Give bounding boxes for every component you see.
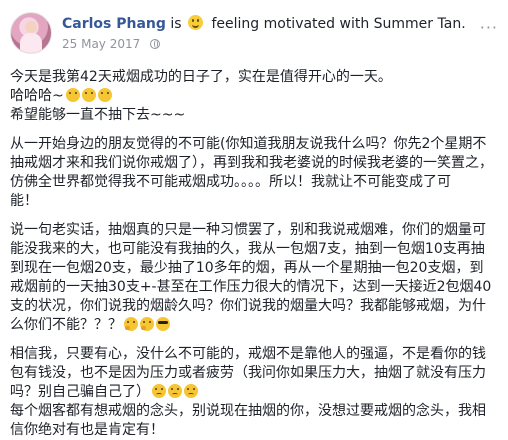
post-line: 从一开始身边的朋友觉得的不可能(你知道我朋友说我什么吗？你先2个星期不 bbox=[10, 136, 487, 152]
post-line: 能！ bbox=[10, 193, 38, 209]
post-line: 么你们不能？？？ bbox=[10, 316, 496, 335]
post-date-line: 25 May 2017 bbox=[62, 36, 478, 52]
post-line: 仿佛全世界都觉得我不可能戒烟成功。。。。所以！我就让不可能变成了可 bbox=[10, 174, 451, 190]
post-line: 吗？别自己骗自己了） bbox=[10, 383, 496, 402]
grin-emoji-icon bbox=[81, 88, 96, 102]
post-title-line: Carlos Phang is feeling motivated with S… bbox=[62, 14, 478, 34]
frown-emoji-icon bbox=[152, 384, 166, 398]
post-line: 哈哈哈~ bbox=[10, 87, 496, 106]
thinking-emoji-icon bbox=[124, 317, 138, 331]
post-line: 今天是我第42天戒烟成功的日子了，实在是值得开心的一天。 bbox=[10, 69, 392, 85]
avatar-head bbox=[25, 21, 37, 33]
post-date[interactable]: 25 May 2017 bbox=[62, 37, 140, 51]
post-line: 相信我，只要有心，没什么不可能的，戒烟不是靠他人的强逼，不是看你的钱 bbox=[10, 346, 486, 362]
post-header: Carlos Phang is feeling motivated with S… bbox=[10, 12, 498, 60]
author-avatar[interactable] bbox=[10, 12, 52, 54]
post-line: 戒烟前的一天抽30支+-甚至在工作压力很大的情况下，达到一天接近2包烟40 bbox=[10, 279, 492, 295]
more-options-icon[interactable]: ··· bbox=[480, 18, 498, 37]
post-line-text: 哈哈哈~ bbox=[10, 88, 64, 104]
post-line: 说一句老实话，抽烟真的只是一种习惯罢了，别和我说戒烟难，你们的烟量可 bbox=[10, 222, 486, 238]
avatar-dress bbox=[20, 33, 42, 53]
post-line: 抽戒烟才来和我们说你戒烟了），再到我和我老婆说的时候我老婆的一笑置之， bbox=[10, 155, 493, 171]
post-body: 今天是我第42天戒烟成功的日子了，实在是值得开心的一天。 哈哈哈~ 希望能够一直… bbox=[10, 68, 496, 440]
grin-emoji-icon bbox=[97, 88, 112, 102]
author-name[interactable]: Carlos Phang bbox=[62, 16, 166, 32]
post-line: 希望能够一直不抽下去~~~ bbox=[10, 107, 186, 123]
post-line: 能没我来的大，也可能没有我抽的久，我从一包烟7支，抽到一包烟10支再抽 bbox=[10, 241, 485, 257]
post-line: 每个烟客都有想戒烟的念头，别说现在抽烟的你，没想过要戒烟的念头，我相 bbox=[10, 403, 486, 419]
sunglasses-emoji-icon bbox=[156, 317, 170, 331]
frown-emoji-icon bbox=[184, 384, 198, 398]
post-line: 支的状况，你们说我的烟龄久吗？你们说我的烟量大吗？我都能够戒烟，为什 bbox=[10, 298, 486, 314]
smiley-feeling-icon bbox=[188, 15, 204, 30]
post-meta: Carlos Phang is feeling motivated with S… bbox=[62, 14, 478, 52]
frown-emoji-icon bbox=[168, 384, 182, 398]
thinking-emoji-icon bbox=[140, 317, 154, 331]
post-line-text: 么你们不能？？？ bbox=[10, 317, 122, 333]
facebook-post: Carlos Phang is feeling motivated with S… bbox=[0, 0, 508, 438]
post-line: 包有钱没，也不是因为压力或者疲劳（我问你如果压力大，抽烟了就没有压力 bbox=[10, 365, 486, 381]
post-line-text: 吗？别自己骗自己了） bbox=[10, 384, 150, 400]
post-line: 到现在一包烟20支，最少抽了10多年的烟，再从一个星期抽一包20支烟，到 bbox=[10, 260, 484, 276]
grin-emoji-icon bbox=[65, 88, 80, 102]
post-line: 信你绝对有也是肯定有！ bbox=[10, 422, 164, 438]
feeling-text: feeling motivated with Summer Tan. bbox=[211, 16, 466, 32]
globe-icon bbox=[150, 39, 161, 49]
feeling-prefix: is bbox=[170, 16, 182, 32]
